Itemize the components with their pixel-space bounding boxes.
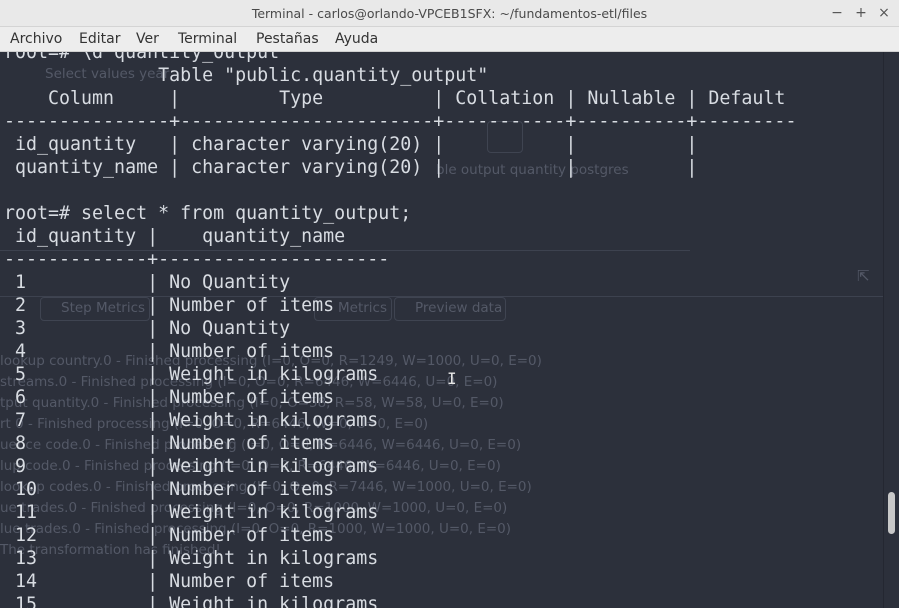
- terminal-line: -------------+---------------------: [4, 249, 390, 270]
- terminal-line: id_quantity | quantity_name: [4, 226, 346, 247]
- maximize-button[interactable]: +: [851, 0, 871, 27]
- terminal-line: 1 | No Quantity: [4, 272, 291, 293]
- terminal-line: 9 | Weight in kilograms: [4, 456, 379, 477]
- terminal-window: Terminal - carlos@orlando-VPCEB1SFX: ~/f…: [0, 0, 899, 608]
- menu-archivo[interactable]: Archivo: [10, 27, 62, 52]
- terminal-line: 11 | Weight in kilograms: [4, 502, 379, 523]
- minimize-button[interactable]: −: [827, 0, 847, 27]
- terminal-line: 3 | No Quantity: [4, 318, 291, 339]
- terminal-line: 6 | Number of items: [4, 387, 335, 408]
- terminal-line: 15 | Weight in kilograms: [4, 594, 379, 608]
- terminal-line: 8 | Number of items: [4, 433, 335, 454]
- menu-editar[interactable]: Editar: [79, 27, 120, 52]
- menu-terminal[interactable]: Terminal: [178, 27, 237, 52]
- terminal-line: root=# select * from quantity_output;: [4, 203, 412, 224]
- ghost-tab-metrics: Metrics: [338, 300, 388, 316]
- terminal-line: 12 | Number of items: [4, 525, 335, 546]
- terminal-line: root=# \d quantity_output: [4, 52, 280, 63]
- terminal-line: Table "public.quantity_output": [4, 65, 489, 86]
- title-bar[interactable]: Terminal - carlos@orlando-VPCEB1SFX: ~/f…: [0, 0, 899, 27]
- ghost-maximize-icon: ⇱: [857, 267, 870, 285]
- ghost-tab-preview-data: Preview data: [415, 300, 503, 316]
- window-title: Terminal - carlos@orlando-VPCEB1SFX: ~/f…: [251, 6, 648, 21]
- terminal-output[interactable]: Select values year ble output quantity p…: [0, 52, 883, 608]
- ibeam-cursor-icon: I: [447, 369, 457, 388]
- menu-ayuda[interactable]: Ayuda: [335, 27, 378, 52]
- terminal-line: 13 | Weight in kilograms: [4, 548, 379, 569]
- menu-pestanas[interactable]: Pestañas: [256, 27, 319, 52]
- terminal-line: Column | Type | Collation | Nullable | D…: [4, 88, 786, 109]
- terminal-line: 5 | Weight in kilograms: [4, 364, 379, 385]
- terminal-line: ---------------+-----------------------+…: [4, 111, 797, 132]
- scrollbar-thumb[interactable]: [888, 492, 895, 534]
- terminal-line: 7 | Weight in kilograms: [4, 410, 379, 431]
- terminal-line: 10 | Number of items: [4, 479, 335, 500]
- terminal-line: 2 | Number of items: [4, 295, 335, 316]
- close-button[interactable]: ×: [874, 0, 894, 27]
- vertical-scrollbar[interactable]: [883, 52, 899, 608]
- terminal-line: id_quantity | character varying(20) | | …: [4, 134, 698, 155]
- terminal-line: quantity_name | character varying(20) | …: [4, 157, 698, 178]
- terminal-line: 14 | Number of items: [4, 571, 335, 592]
- menu-bar: Archivo Editar Ver Terminal Pestañas Ayu…: [0, 27, 899, 52]
- terminal-line: 4 | Number of items: [4, 341, 335, 362]
- menu-ver[interactable]: Ver: [136, 27, 159, 52]
